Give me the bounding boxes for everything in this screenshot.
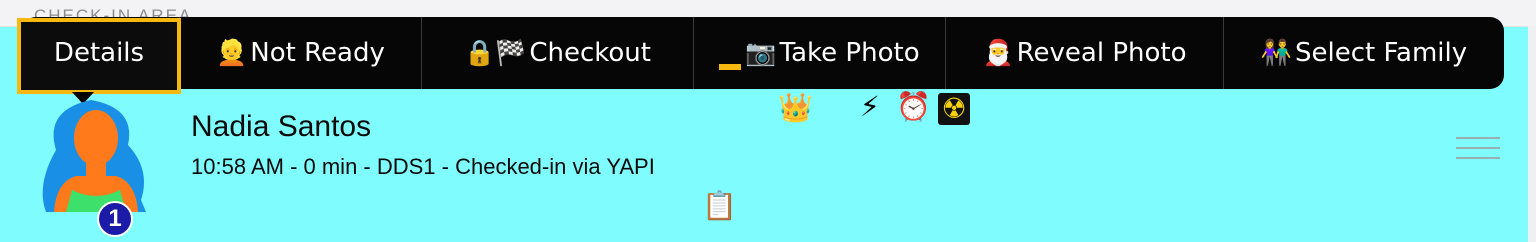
checkout-button[interactable]: 🔒🏁 Checkout [422,17,694,89]
not-ready-label: Not Ready [250,38,385,68]
crown-icon: 👑 [778,91,813,124]
lightning-icon: ⚡ [860,90,880,123]
avatar[interactable] [36,90,156,212]
action-bar: Details 👱 Not Ready 🔒🏁 Checkout 📷 Take P… [22,17,1504,89]
scroll-edge [1528,26,1536,242]
drag-handle-icon[interactable] [1456,137,1500,159]
santa-icon: 🎅 [982,38,1014,67]
take-photo-label: Take Photo [779,38,920,68]
select-family-label: Select Family [1295,38,1468,68]
not-ready-button[interactable]: 👱 Not Ready [180,17,422,89]
select-family-button[interactable]: 👫 Select Family [1224,17,1504,89]
patient-meta: 10:58 AM - 0 min - DDS1 - Checked-in via… [191,154,655,179]
take-photo-button[interactable]: 📷 Take Photo [694,17,946,89]
photo-indicator [719,64,742,70]
details-focus-label: Details [53,38,145,68]
lock-icon: 🔒🏁 [464,38,527,67]
avatar-neck [86,160,106,176]
avatar-face [74,110,118,166]
details-focus-ring[interactable]: Details [17,18,181,94]
checkout-label: Checkout [529,38,651,68]
queue-number-badge: 1 [97,201,133,237]
radioactive-icon: ☢ [938,93,970,125]
camera-icon: 📷 [745,38,777,67]
person-icon: 👱 [216,38,248,67]
reveal-photo-label: Reveal Photo [1016,38,1187,68]
patient-name[interactable]: Nadia Santos [191,110,371,144]
reveal-photo-button[interactable]: 🎅 Reveal Photo [946,17,1224,89]
family-icon: 👫 [1260,38,1292,67]
clipboard-icon[interactable]: 📋 [702,192,737,220]
alarm-clock-icon: ⏰ [896,90,931,123]
